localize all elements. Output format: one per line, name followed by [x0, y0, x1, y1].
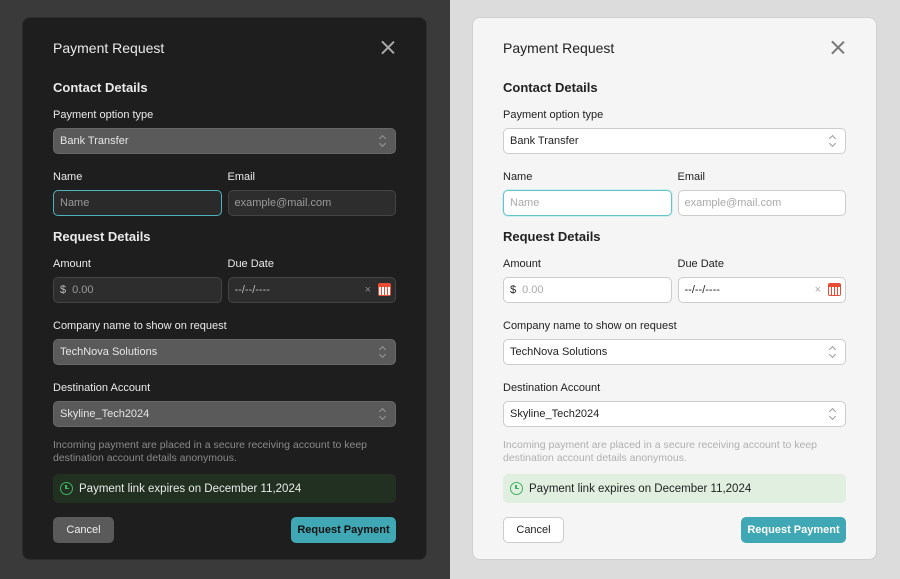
destination-value: Skyline_Tech2024: [510, 408, 600, 420]
chevron-updown-icon: [379, 135, 387, 148]
payment-request-dialog: Payment Request Contact Details Payment …: [472, 17, 877, 560]
company-label: Company name to show on request: [53, 320, 227, 332]
clear-date-icon[interactable]: ×: [815, 284, 821, 296]
payment-option-label: Payment option type: [503, 109, 604, 121]
amount-label: Amount: [503, 258, 541, 270]
clear-date-icon[interactable]: ×: [365, 284, 371, 296]
security-note: Incoming payment are placed in a secure …: [53, 439, 368, 464]
payment-option-value: Bank Transfer: [510, 135, 579, 147]
due-date-field[interactable]: --/--/---- ×: [677, 277, 846, 303]
due-date-label: Due Date: [227, 258, 274, 270]
close-icon[interactable]: [830, 40, 846, 56]
chevron-updown-icon: [829, 408, 837, 421]
email-field[interactable]: example@mail.com: [227, 190, 396, 216]
name-field[interactable]: Name: [503, 190, 672, 216]
company-value: TechNova Solutions: [510, 346, 608, 358]
destination-label: Destination Account: [503, 382, 601, 394]
security-note: Incoming payment are placed in a secure …: [503, 439, 818, 464]
payment-option-label: Payment option type: [53, 109, 154, 121]
email-label: Email: [227, 171, 256, 183]
company-select[interactable]: TechNova Solutions: [53, 339, 396, 365]
calendar-icon[interactable]: [828, 283, 841, 296]
chevron-updown-icon: [379, 346, 387, 359]
currency-symbol: $: [60, 284, 67, 296]
name-label: Name: [53, 171, 83, 183]
cancel-button[interactable]: Cancel: [53, 517, 114, 543]
due-date-placeholder: --/--/----: [684, 284, 720, 296]
expiry-text: Payment link expires on December 11,2024: [79, 482, 302, 495]
email-label: Email: [677, 171, 706, 183]
chevron-updown-icon: [829, 135, 837, 148]
amount-field[interactable]: $ 0.00: [53, 277, 222, 303]
request-payment-button[interactable]: Request Payment: [741, 517, 846, 543]
company-select[interactable]: TechNova Solutions: [503, 339, 846, 365]
cancel-button[interactable]: Cancel: [503, 517, 564, 543]
email-placeholder: example@mail.com: [684, 197, 782, 209]
currency-symbol: $: [510, 284, 517, 296]
alarm-clock-icon: [60, 482, 73, 495]
light-theme-panel: Payment Request Contact Details Payment …: [450, 0, 900, 579]
dialog-title: Payment Request: [503, 40, 615, 56]
expiry-banner: Payment link expires on December 11,2024: [503, 474, 846, 503]
dark-theme-panel: Payment Request Contact Details Payment …: [0, 0, 450, 579]
chevron-updown-icon: [829, 346, 837, 359]
due-date-placeholder: --/--/----: [234, 284, 270, 296]
name-label: Name: [503, 171, 533, 183]
request-payment-button[interactable]: Request Payment: [291, 517, 396, 543]
close-icon[interactable]: [380, 40, 396, 56]
name-placeholder: Name: [510, 197, 540, 209]
company-label: Company name to show on request: [503, 320, 677, 332]
contact-section-heading: Contact Details: [503, 80, 598, 95]
email-placeholder: example@mail.com: [234, 197, 332, 209]
destination-value: Skyline_Tech2024: [60, 408, 150, 420]
company-value: TechNova Solutions: [60, 346, 158, 358]
email-field[interactable]: example@mail.com: [677, 190, 846, 216]
calendar-icon[interactable]: [378, 283, 391, 296]
expiry-banner: Payment link expires on December 11,2024: [53, 474, 396, 503]
payment-option-select[interactable]: Bank Transfer: [53, 128, 396, 154]
alarm-clock-icon: [510, 482, 523, 495]
due-date-label: Due Date: [677, 258, 724, 270]
due-date-field[interactable]: --/--/---- ×: [227, 277, 396, 303]
amount-placeholder: 0.00: [72, 284, 94, 296]
name-field[interactable]: Name: [53, 190, 222, 216]
payment-option-select[interactable]: Bank Transfer: [503, 128, 846, 154]
destination-label: Destination Account: [53, 382, 151, 394]
payment-option-value: Bank Transfer: [60, 135, 129, 147]
contact-section-heading: Contact Details: [53, 80, 148, 95]
payment-request-dialog: Payment Request Contact Details Payment …: [22, 17, 427, 560]
destination-select[interactable]: Skyline_Tech2024: [53, 401, 396, 427]
amount-placeholder: 0.00: [522, 284, 544, 296]
expiry-text: Payment link expires on December 11,2024: [529, 482, 752, 495]
chevron-updown-icon: [379, 408, 387, 421]
name-placeholder: Name: [60, 197, 90, 209]
amount-field[interactable]: $ 0.00: [503, 277, 672, 303]
dialog-title: Payment Request: [53, 40, 165, 56]
destination-select[interactable]: Skyline_Tech2024: [503, 401, 846, 427]
amount-label: Amount: [53, 258, 91, 270]
